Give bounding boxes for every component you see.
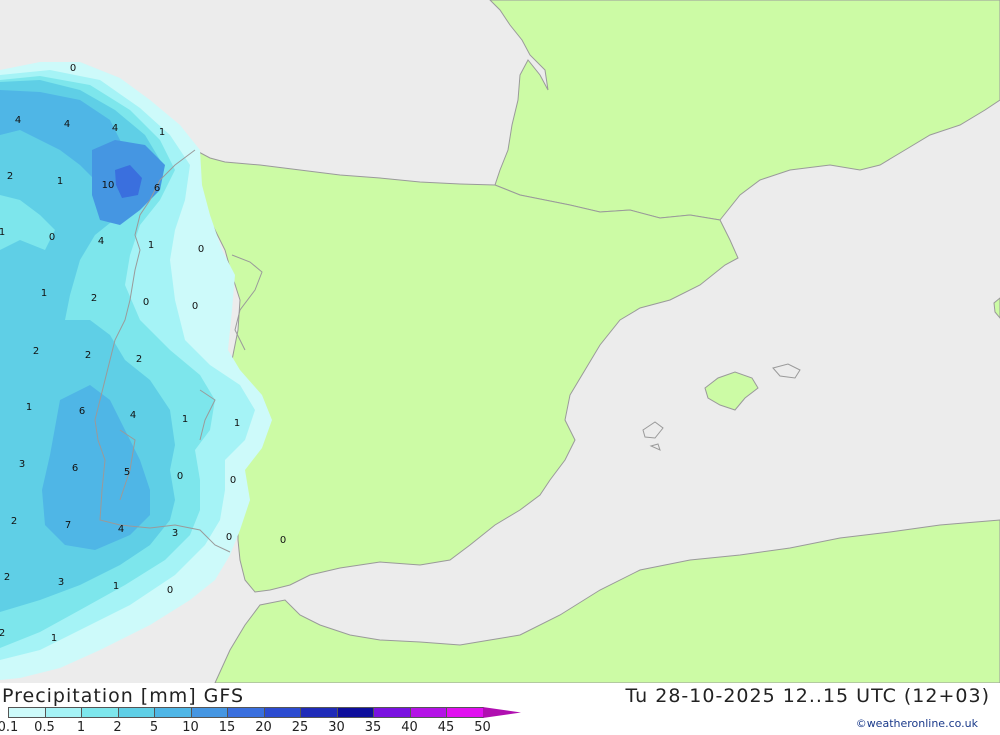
contour-label: 0: [192, 301, 198, 312]
colorbar-swatch: [117, 707, 155, 718]
colorbar-swatch: [44, 707, 82, 718]
contour-label: 2: [7, 171, 13, 182]
contour-label: 2: [4, 572, 10, 583]
contour-label: 4: [112, 123, 118, 134]
colorbar-swatch: [373, 707, 411, 718]
colorbar-swatch: [154, 707, 192, 718]
contour-label: 3: [172, 528, 178, 539]
colorbar-swatch: [81, 707, 119, 718]
contour-label: 5: [124, 467, 130, 478]
colorbar-swatch: [227, 707, 265, 718]
contour-label: 0: [230, 475, 236, 486]
contour-label: 3: [19, 459, 25, 470]
contour-label: 2: [91, 293, 97, 304]
contour-label: 1: [41, 288, 47, 299]
contour-label: 4: [130, 410, 136, 421]
contour-label: 1: [26, 402, 32, 413]
precipitation-map: 0 4 4 4 1 2 1 10 6 1 0 4 1 0 1 2 0 0 2 2…: [0, 0, 1000, 684]
contour-label: 0: [177, 471, 183, 482]
colorbar-swatch: [482, 707, 521, 718]
contour-label: 0: [198, 244, 204, 255]
contour-label: 0: [70, 63, 76, 74]
contour-label: 1: [159, 127, 165, 138]
contour-label: 0: [49, 232, 55, 243]
contour-label: 1: [57, 176, 63, 187]
contour-label: 2: [85, 350, 91, 361]
contour-label: 4: [64, 119, 70, 130]
contour-label: 0: [167, 585, 173, 596]
contour-label: 10: [102, 180, 115, 191]
contour-label: 3: [58, 577, 64, 588]
colorbar-swatch: [336, 707, 374, 718]
contour-label: 4: [15, 115, 21, 126]
contour-label: 6: [79, 406, 85, 417]
contour-label: 4: [98, 236, 104, 247]
contour-label: 1: [0, 227, 5, 238]
contour-label: 6: [72, 463, 78, 474]
colorbar-swatch: [190, 707, 228, 718]
contour-label: 0: [226, 532, 232, 543]
contour-label: 1: [234, 418, 240, 429]
contour-label: 1: [182, 414, 188, 425]
contour-label: 2: [0, 628, 5, 639]
contour-label: 6: [154, 183, 160, 194]
map-title: Precipitation [mm] GFS: [2, 685, 245, 707]
map-footer: Precipitation [mm] GFS Tu 28-10-2025 12.…: [0, 683, 1000, 735]
contour-label: 0: [143, 297, 149, 308]
contour-label: 2: [136, 354, 142, 365]
contour-label: 1: [148, 240, 154, 251]
credit-link[interactable]: ©weatheronline.co.uk: [856, 717, 978, 730]
colorbar-swatch: [263, 707, 301, 718]
colorbar-swatch: [409, 707, 447, 718]
valid-time: Tu 28-10-2025 12..15 UTC (12+03): [625, 685, 990, 707]
colorbar-swatch: [446, 707, 484, 718]
colorbar-swatch: [8, 707, 46, 718]
contour-label: 7: [65, 520, 71, 531]
contour-label: 1: [113, 581, 119, 592]
contour-label: 2: [33, 346, 39, 357]
contour-label: 1: [51, 633, 57, 644]
colorbar-swatch: [300, 707, 338, 718]
contour-label: 4: [118, 524, 124, 535]
contour-label: 2: [11, 516, 17, 527]
contour-label: 0: [280, 535, 286, 546]
